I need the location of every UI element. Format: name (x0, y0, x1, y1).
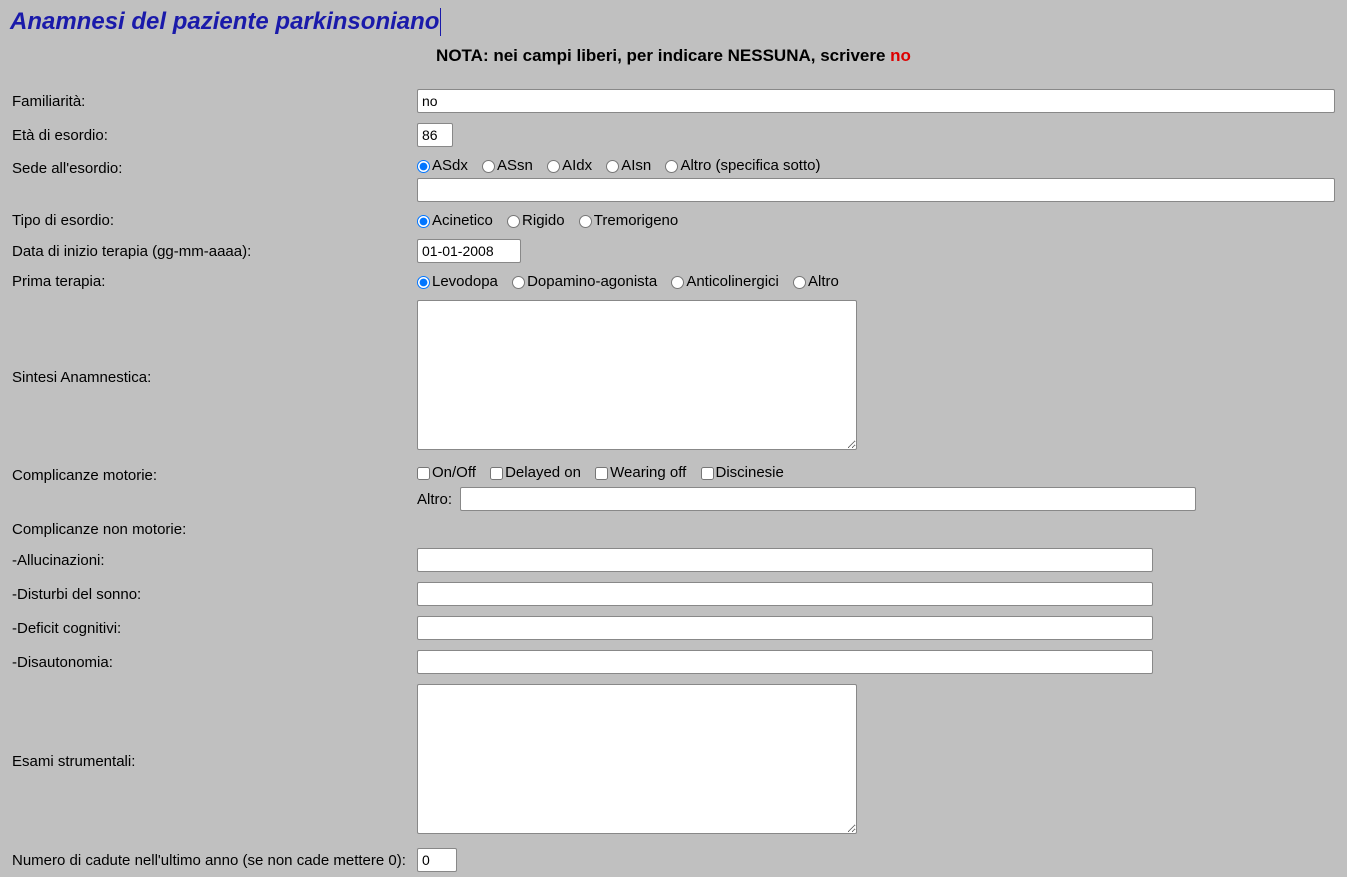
radio-tipo-rigido[interactable] (507, 215, 520, 228)
radio-label-aisn: AIsn (621, 157, 651, 174)
check-label-delayed: Delayed on (505, 464, 581, 481)
label-familiarita: Familiarità: (10, 84, 415, 118)
label-esami: Esami strumentali: (10, 679, 415, 843)
input-familiarita[interactable] (417, 89, 1335, 113)
check-label-wearing: Wearing off (610, 464, 686, 481)
check-delayed[interactable] (490, 467, 503, 480)
radio-group-sede: ASdx ASsn AIdx AIsn Altro (specifica sot… (417, 157, 1335, 174)
radio-sede-assn[interactable] (482, 160, 495, 173)
radio-sede-aisn[interactable] (606, 160, 619, 173)
note-prefix: NOTA: nei campi liberi, per indicare NES… (436, 46, 890, 65)
radio-label-acinetico: Acinetico (432, 212, 493, 229)
check-label-onoff: On/Off (432, 464, 476, 481)
check-label-discinesie: Discinesie (716, 464, 784, 481)
label-data-inizio: Data di inizio terapia (gg-mm-aaaa): (10, 234, 415, 268)
page-title: Anamnesi del paziente parkinsoniano (10, 8, 441, 36)
radio-group-tipo: Acinetico Rigido Tremorigeno (417, 212, 1335, 229)
radio-label-rigido: Rigido (522, 212, 565, 229)
input-deficit-cognitivi[interactable] (417, 616, 1153, 640)
form-table: Familiarità: Età di esordio: Sede all'es… (10, 84, 1337, 877)
label-deficit-cognitivi: -Deficit cognitivi: (10, 611, 415, 645)
check-discinesie[interactable] (701, 467, 714, 480)
label-sede-esordio: Sede all'esordio: (10, 152, 415, 207)
input-sede-altro[interactable] (417, 178, 1335, 202)
radio-label-assn: ASsn (497, 157, 533, 174)
label-prima-terapia: Prima terapia: (10, 268, 415, 295)
label-disturbi-sonno: -Disturbi del sonno: (10, 577, 415, 611)
label-compl-motorie: Complicanze motorie: (10, 459, 415, 516)
label-tipo-esordio: Tipo di esordio: (10, 207, 415, 234)
radio-sede-aidx[interactable] (547, 160, 560, 173)
textarea-esami[interactable] (417, 684, 857, 834)
input-data-inizio[interactable] (417, 239, 521, 263)
label-eta-esordio: Età di esordio: (10, 118, 415, 152)
note-text: NOTA: nei campi liberi, per indicare NES… (10, 46, 1337, 66)
radio-label-sede-altro: Altro (specifica sotto) (680, 157, 820, 174)
input-allucinazioni[interactable] (417, 548, 1153, 572)
label-allucinazioni: -Allucinazioni: (10, 543, 415, 577)
radio-tipo-tremorigeno[interactable] (579, 215, 592, 228)
radio-terapia-anticolinergici[interactable] (671, 276, 684, 289)
radio-tipo-acinetico[interactable] (417, 215, 430, 228)
input-compl-motorie-altro[interactable] (460, 487, 1196, 511)
textarea-sintesi[interactable] (417, 300, 857, 450)
radio-label-terapia-altro: Altro (808, 273, 839, 290)
check-onoff[interactable] (417, 467, 430, 480)
radio-label-aidx: AIdx (562, 157, 592, 174)
label-compl-motorie-altro: Altro: (417, 491, 452, 508)
label-cadute: Numero di cadute nell'ultimo anno (se no… (10, 843, 415, 877)
radio-label-tremorigeno: Tremorigeno (594, 212, 678, 229)
input-eta-esordio[interactable] (417, 123, 453, 147)
radio-label-levodopa: Levodopa (432, 273, 498, 290)
note-no: no (890, 46, 911, 65)
input-cadute[interactable] (417, 848, 457, 872)
label-disautonomia: -Disautonomia: (10, 645, 415, 679)
radio-terapia-dopamino[interactable] (512, 276, 525, 289)
radio-terapia-altro[interactable] (793, 276, 806, 289)
radio-sede-altro[interactable] (665, 160, 678, 173)
radio-terapia-levodopa[interactable] (417, 276, 430, 289)
input-disturbi-sonno[interactable] (417, 582, 1153, 606)
check-wearing[interactable] (595, 467, 608, 480)
radio-label-asdx: ASdx (432, 157, 468, 174)
label-compl-non-motorie: Complicanze non motorie: (10, 516, 415, 543)
radio-group-terapia: Levodopa Dopamino-agonista Anticolinergi… (417, 273, 1335, 290)
input-disautonomia[interactable] (417, 650, 1153, 674)
check-group-compl-motorie: On/Off Delayed on Wearing off Discinesie (417, 464, 1335, 481)
radio-label-dopamino: Dopamino-agonista (527, 273, 657, 290)
radio-sede-asdx[interactable] (417, 160, 430, 173)
radio-label-anticolinergici: Anticolinergici (686, 273, 779, 290)
label-sintesi: Sintesi Anamnestica: (10, 295, 415, 459)
